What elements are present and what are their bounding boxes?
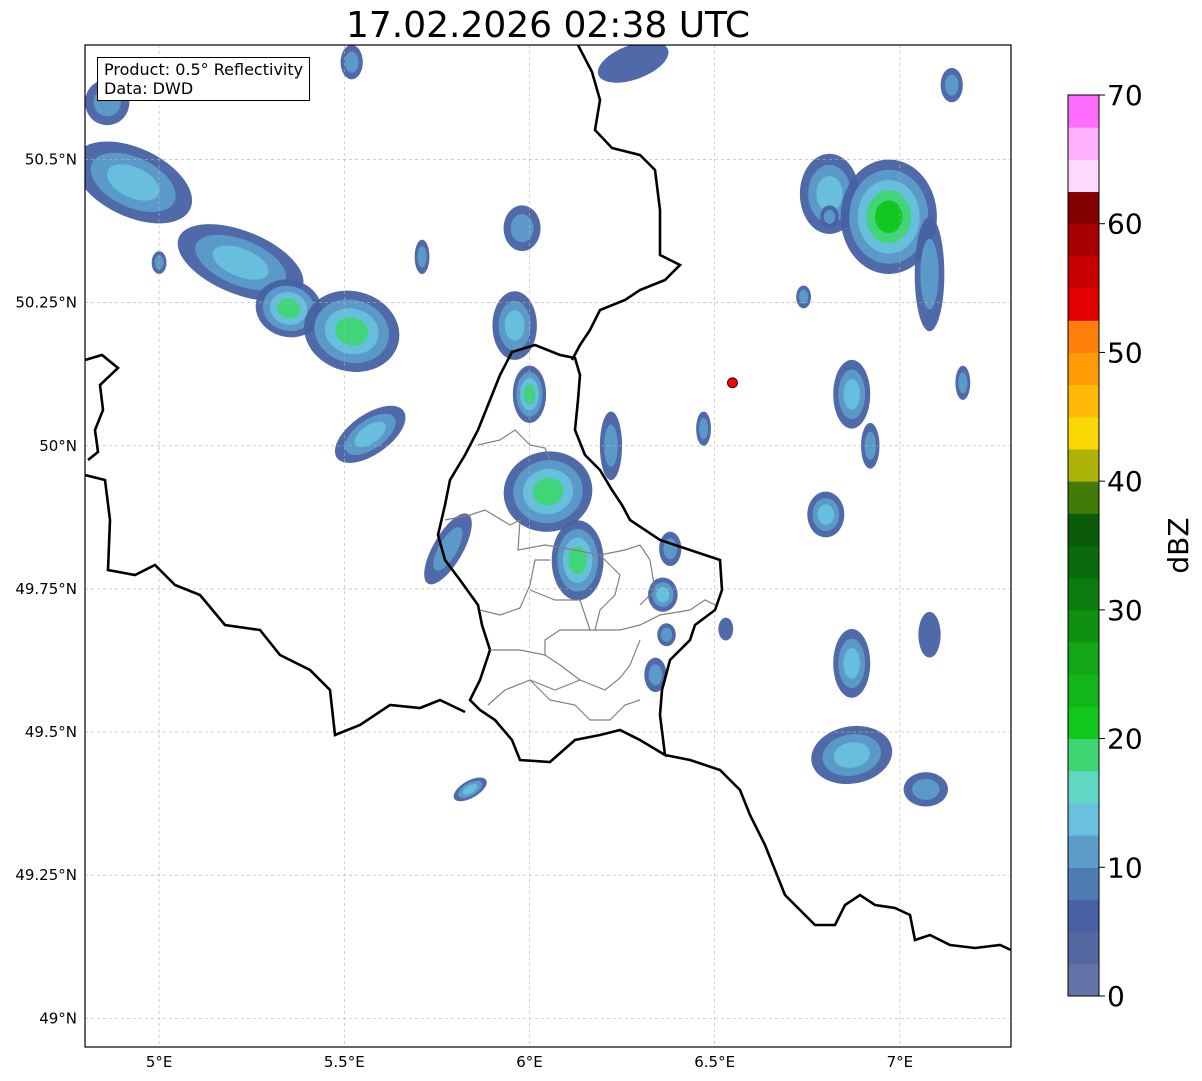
colorbar-swatch: [1068, 127, 1099, 160]
precip-echo: [660, 627, 673, 642]
radar-site-marker[interactable]: [727, 377, 738, 389]
precip-echo: [597, 45, 669, 83]
colorbar-swatch: [1068, 545, 1099, 579]
colorbar-swatch: [1068, 223, 1099, 257]
lon-tick-label: 6.5°E: [694, 1053, 735, 1071]
lat-tick-label: 50°N: [39, 437, 77, 455]
precipitation-layer: [85, 45, 971, 807]
precip-echo: [920, 238, 939, 310]
lon-tick-label: 5.5°E: [324, 1053, 365, 1071]
colorbar-swatch: [1068, 320, 1099, 353]
lat-tick-label: 49.75°N: [15, 580, 77, 598]
colorbar-tick-label: 30: [1107, 594, 1143, 627]
lon-tick-label: 5°E: [146, 1053, 173, 1071]
colorbar-swatch: [1068, 577, 1099, 611]
border-be-de: [570, 45, 683, 361]
info-box: Product: 0.5° Reflectivity Data: DWD: [97, 57, 311, 101]
lat-tick-label: 50.5°N: [25, 151, 77, 169]
colorbar-swatch: [1068, 642, 1099, 675]
border-fr-de: [664, 753, 1011, 952]
precip-echo: [799, 289, 809, 304]
border-be-nl: [85, 353, 120, 462]
colorbar-swatch: [1068, 352, 1099, 386]
colorbar-swatch: [1068, 191, 1099, 225]
colorbar-swatch: [1068, 95, 1099, 128]
lat-tick-label: 49.25°N: [15, 866, 77, 884]
colorbar-swatch: [1068, 899, 1099, 933]
colorbar-swatch: [1068, 481, 1099, 514]
colorbar-swatch: [1068, 674, 1099, 707]
radar-map[interactable]: 5°E 5.5°E 6°E 6.5°E 7°E 50.5°N 50.25°N 50°N 49.7…: [0, 0, 1202, 1081]
border-be-fr: [85, 473, 466, 737]
colorbar-tick-label: 40: [1107, 465, 1143, 498]
axis-tick-labels: 5°E 5.5°E 6°E 6.5°E 7°E 50.5°N 50.25°N 50°N 49.7…: [15, 151, 913, 1071]
precip-echo: [958, 372, 968, 394]
colorbar: 0 10 20 30 40 50 60 70 dBZ: [1067, 79, 1195, 1013]
product-label: Product: 0.5° Reflectivity: [104, 60, 304, 79]
precip-echo: [875, 200, 903, 234]
colorbar-swatch: [1068, 835, 1099, 868]
colorbar-swatch: [1068, 738, 1099, 772]
precip-echo: [823, 209, 836, 224]
colorbar-swatch: [1068, 706, 1099, 740]
colorbar-tick-label: 70: [1107, 79, 1143, 112]
colorbar-swatch: [1068, 448, 1099, 482]
precip-echo: [718, 617, 734, 641]
lon-tick-label: 6°E: [516, 1053, 543, 1071]
colorbar-swatch: [1068, 770, 1099, 804]
precip-echo: [918, 611, 941, 658]
colorbar-swatch: [1068, 255, 1099, 289]
colorbar-swatch: [1068, 931, 1099, 965]
precip-echo: [417, 246, 427, 268]
precip-echo: [648, 664, 663, 686]
colorbar-tick-label: 50: [1107, 336, 1143, 369]
colorbar-tick-label: 20: [1107, 723, 1143, 756]
colorbar-tick-label: 60: [1107, 208, 1143, 241]
precip-echo: [504, 310, 525, 341]
precip-echo: [843, 379, 860, 410]
precip-echo: [699, 418, 709, 440]
colorbar-tick-label: 10: [1107, 851, 1143, 884]
data-source-label: Data: DWD: [104, 79, 194, 98]
lat-tick-label: 49.5°N: [25, 723, 77, 741]
lon-tick-label: 7°E: [887, 1053, 914, 1071]
colorbar-swatch: [1068, 416, 1099, 450]
precip-echo: [510, 214, 534, 243]
lat-tick-label: 49°N: [39, 1009, 77, 1027]
colorbar-swatch: [1068, 963, 1099, 997]
colorbar-swatch: [1068, 288, 1099, 321]
colorbar-swatch: [1068, 802, 1099, 836]
precip-echo: [944, 74, 959, 96]
precip-echo: [843, 648, 860, 679]
lat-tick-label: 50.25°N: [15, 294, 77, 312]
colorbar-swatch: [1068, 867, 1099, 900]
colorbar-swatch: [1068, 609, 1099, 643]
colorbar-tick-label: 0: [1107, 980, 1125, 1013]
colorbar-swatch: [1068, 513, 1099, 546]
precip-echo: [656, 587, 670, 603]
colorbar-label: dBZ: [1162, 517, 1195, 573]
colorbar-swatch: [1068, 384, 1099, 418]
precip-echo: [817, 504, 835, 525]
precip-echo: [344, 51, 359, 73]
precip-echo: [912, 778, 940, 800]
colorbar-swatch: [1068, 159, 1099, 193]
